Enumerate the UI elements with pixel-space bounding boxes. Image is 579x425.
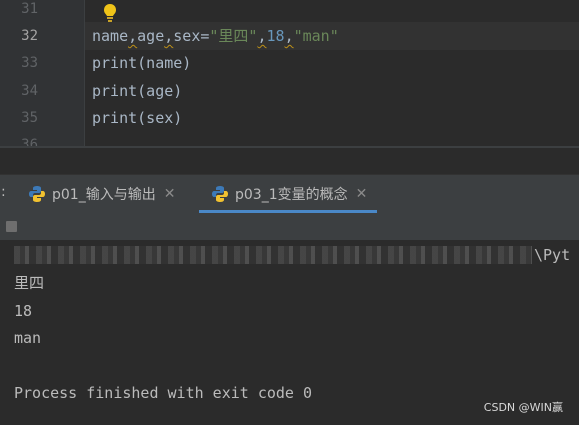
line-number: 33 xyxy=(21,55,38,71)
code-token-warning: , xyxy=(164,27,174,45)
console-output-line: 18 xyxy=(14,302,33,320)
code-editor[interactable]: 31 32 33 34 35 36 name,age,sex="里四",18,"… xyxy=(0,0,579,148)
python-icon xyxy=(212,186,228,202)
line-number: 34 xyxy=(21,83,38,99)
string-literal: "man" xyxy=(293,27,339,45)
redacted-interpreter-path xyxy=(14,246,532,264)
code-line-35[interactable]: print(sex) xyxy=(92,109,182,127)
code-token: age xyxy=(137,27,165,45)
interpreter-path-tail: \Pyt xyxy=(534,246,571,264)
close-icon[interactable]: ✕ xyxy=(356,186,368,202)
code-token-warning: , xyxy=(257,27,267,45)
line-number-current: 32 xyxy=(21,28,38,44)
code-line-33[interactable]: print(name) xyxy=(92,54,191,72)
panel-splitter[interactable] xyxy=(0,148,579,174)
close-icon[interactable]: ✕ xyxy=(164,186,176,202)
run-console[interactable]: \Pyt 里四 18 man Process finished with exi… xyxy=(0,240,579,425)
code-token: name xyxy=(92,27,129,45)
code-token-warning: , xyxy=(128,27,138,45)
run-tab-bar: : p01_输入与输出 ✕ p03_1变量的概念 ✕ xyxy=(0,174,579,214)
run-tab-p03[interactable]: p03_1变量的概念 ✕ xyxy=(199,175,378,213)
exit-code-message: Process finished with exit code 0 xyxy=(14,384,313,402)
intention-lightbulb-icon[interactable] xyxy=(102,3,118,23)
code-line-34[interactable]: print(age) xyxy=(92,82,182,100)
line-number: 35 xyxy=(21,110,38,126)
tab-bar-title: : xyxy=(1,184,6,200)
code-line-32[interactable]: name,age,sex="里四",18,"man" xyxy=(92,27,339,45)
number-literal: 18 xyxy=(266,27,285,45)
console-output-line: man xyxy=(14,329,42,347)
line-number-gutter: 31 32 33 34 35 36 xyxy=(0,0,85,148)
stop-icon[interactable] xyxy=(6,221,17,232)
code-token: sex= xyxy=(173,27,210,45)
run-toolbar xyxy=(0,213,579,240)
console-output-line: 里四 xyxy=(14,274,45,292)
line-number: 31 xyxy=(21,1,38,17)
string-literal: "里四" xyxy=(209,27,258,45)
run-tab-p01[interactable]: p01_输入与输出 ✕ xyxy=(28,175,175,213)
code-token-warning: , xyxy=(284,27,294,45)
python-icon xyxy=(29,186,45,202)
csdn-watermark: CSDN @WIN赢 xyxy=(483,401,563,414)
run-tab-label: p03_1变量的概念 xyxy=(235,187,348,203)
run-tab-label: p01_输入与输出 xyxy=(52,187,156,203)
